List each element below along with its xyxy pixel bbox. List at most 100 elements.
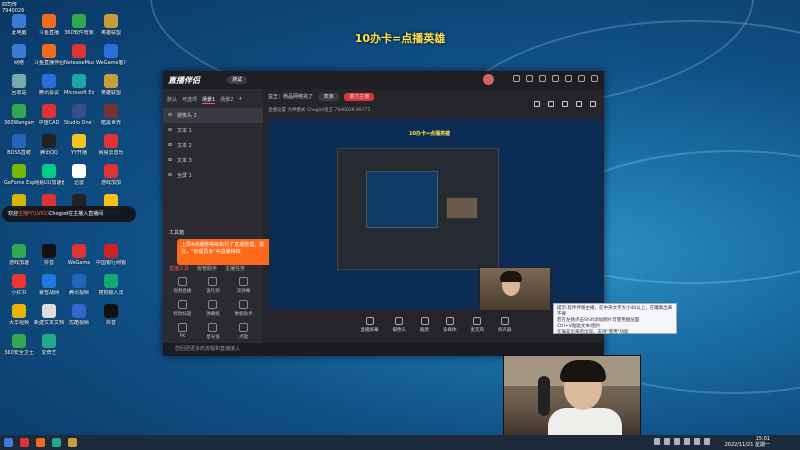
desktop-icon[interactable]: 腾讯会议 xyxy=(34,74,64,96)
desktop-icon[interactable]: GeForce Experience xyxy=(4,164,34,186)
func-pk[interactable]: PK xyxy=(167,323,198,340)
user-avatar[interactable] xyxy=(483,74,494,85)
perform-button[interactable]: 表演 xyxy=(318,93,339,101)
source-item[interactable]: 文本 3 xyxy=(163,153,263,168)
tray-icon[interactable] xyxy=(704,438,710,445)
eye-icon[interactable] xyxy=(168,173,172,176)
menu-icon[interactable] xyxy=(552,75,559,82)
desktop-icon[interactable]: 英雄联盟 xyxy=(96,14,126,36)
desktop-icon[interactable]: 网易UU加速器 xyxy=(34,164,64,186)
close-icon[interactable] xyxy=(591,75,598,82)
desktop-icon[interactable]: 斗鱼直播伴侣 xyxy=(34,44,64,66)
func-edit-title[interactable]: 修改标题 xyxy=(167,300,198,317)
taskbar-clock[interactable]: 15:01 2022/11/21 星期一 xyxy=(725,436,770,448)
desktop-icon[interactable]: 360安全卫士 xyxy=(4,334,34,356)
desktop-icon[interactable]: 回收站 xyxy=(4,74,34,96)
tab-scene-1[interactable]: 场景1 xyxy=(202,96,216,104)
source-item[interactable]: 全屏 1 xyxy=(163,168,263,183)
desktop-icon[interactable]: WeGame客户端 xyxy=(96,44,126,66)
func-video-live[interactable]: 视频直播 xyxy=(167,277,198,294)
desktop-icon[interactable]: NeteaseMusic xyxy=(64,44,94,66)
desktop-icon[interactable]: Studio One 5 xyxy=(64,104,94,126)
desktop-icon[interactable]: 中望CAD xyxy=(34,104,64,126)
desktop-icon[interactable]: 360软件管家 xyxy=(64,14,94,36)
desktop-icon[interactable]: 大华视频 xyxy=(4,304,34,326)
tray-icon[interactable] xyxy=(664,438,670,445)
maximize-icon[interactable] xyxy=(578,75,585,82)
tab-default[interactable]: 默认 xyxy=(167,96,177,104)
desktop-icon[interactable]: 斗鱼直播 xyxy=(34,14,64,36)
eye-icon[interactable] xyxy=(168,143,172,146)
message-icon[interactable] xyxy=(526,75,533,82)
source-item[interactable]: 摄像头 2 xyxy=(163,108,263,123)
func-data[interactable]: 数据助手 xyxy=(228,300,259,317)
desktop-icon[interactable]: BOSS直聘 xyxy=(4,134,34,156)
taskbar-app-icon[interactable] xyxy=(20,438,29,447)
func-gift[interactable]: 送礼物 xyxy=(198,277,229,294)
app-icon xyxy=(12,134,26,148)
eye-icon[interactable] xyxy=(168,158,172,161)
stream-preview[interactable]: 10办卡=点播英雄 xyxy=(269,119,603,309)
desktop-icon[interactable]: 爱奇艺 xyxy=(34,334,64,356)
desktop-icon[interactable]: Microsoft Edge xyxy=(64,74,94,96)
eye-icon[interactable] xyxy=(168,128,172,131)
tray-icon[interactable] xyxy=(674,438,680,445)
desktop-icon[interactable]: 小红书 xyxy=(4,274,34,296)
func-star[interactable]: 星光值 xyxy=(198,323,229,340)
func-danmaku[interactable]: 弹幕姬 xyxy=(198,300,229,317)
func-read-danmaku[interactable]: 读弹幕 xyxy=(228,277,259,294)
minimize-icon[interactable] xyxy=(565,75,572,82)
tray-icon[interactable] xyxy=(654,438,660,445)
microphone-button[interactable]: 麦克风 xyxy=(471,311,484,341)
desktop-icon[interactable]: YY开播 xyxy=(64,134,94,156)
desktop-icon[interactable]: 优酷视频 xyxy=(64,304,94,326)
tab-room-assistant[interactable]: 房管助手 xyxy=(197,265,217,272)
taskbar-app-icon[interactable] xyxy=(36,438,45,447)
screen-capture-button[interactable]: 直播屏幕 xyxy=(361,311,379,341)
eye-icon[interactable] xyxy=(168,113,172,116)
screenshot-button[interactable]: 截图 xyxy=(420,311,429,341)
desktop-icon[interactable]: 暴雪战网 xyxy=(34,274,64,296)
desktop-icon[interactable]: 游戏加加 xyxy=(96,164,126,186)
body-shape xyxy=(548,408,622,436)
desktop-icon[interactable]: 此电脑 xyxy=(4,14,34,36)
source-item[interactable]: 文本 2 xyxy=(163,138,263,153)
skin-icon[interactable] xyxy=(513,75,520,82)
tab-options[interactable]: 可选项 xyxy=(182,96,197,104)
taskbar-app-icon[interactable] xyxy=(68,438,77,447)
start-icon[interactable] xyxy=(4,438,13,447)
func-song[interactable]: 点歌 xyxy=(228,323,259,340)
tab-scene-2[interactable]: 场景2 xyxy=(220,96,233,104)
desktop-icon[interactable]: 360WangameTools xyxy=(4,104,34,126)
tab-anchor-tasks[interactable]: 主播任务 xyxy=(225,265,245,272)
settings-icon[interactable] xyxy=(539,75,546,82)
live-settings[interactable]: 直播设置 xyxy=(268,108,286,113)
source-item[interactable]: 文本 1 xyxy=(163,123,263,138)
desktop-icon[interactable]: 新建文本文档 xyxy=(34,304,64,326)
desktop-icon[interactable]: 腾讯QQ xyxy=(34,134,64,156)
desktop-icon[interactable]: 游戏加速 xyxy=(4,244,34,266)
desktop-icon[interactable]: 抖音 xyxy=(34,244,64,266)
desktop-icon[interactable]: 暗黑世界 xyxy=(96,104,126,126)
desktop-icon[interactable]: 抖音 xyxy=(96,304,126,326)
desktop-icon[interactable]: WeGame xyxy=(64,244,94,266)
speaker-button[interactable]: 扬声器 xyxy=(498,311,512,341)
desktop-icon[interactable]: 网络 xyxy=(4,44,34,66)
taskbar-app-icon[interactable] xyxy=(52,438,61,447)
anchor-type-button[interactable]: 暴力主播 xyxy=(344,93,375,101)
desktop-icon[interactable]: 搜狗输入法 xyxy=(96,274,126,296)
add-scene-icon[interactable]: + xyxy=(238,96,242,104)
camera-button[interactable]: 摄像头 xyxy=(393,311,406,341)
desktop-icon[interactable]: 英雄联盟 xyxy=(96,74,126,96)
multimedia-button[interactable]: 多媒体 xyxy=(443,311,457,341)
tray-icon[interactable] xyxy=(684,438,690,445)
desktop-icon[interactable]: 中国银行网银助手 xyxy=(96,244,126,266)
version-badge[interactable]: 测试 xyxy=(227,76,247,84)
desktop-icon[interactable]: 迅雷 xyxy=(64,164,94,186)
tab-live-tools[interactable]: 直播工具 xyxy=(169,265,189,272)
desktop-icon[interactable]: 腾讯视频 xyxy=(64,274,94,296)
upgrade-tip[interactable]: 上周4点播管等级执行了直播管理，现在，"管理员多"中直播特权 xyxy=(177,239,281,265)
desktop-icon[interactable]: 网易云音乐 xyxy=(96,134,126,156)
god-mode[interactable]: 大神模式 xyxy=(287,108,305,113)
tray-icon[interactable] xyxy=(694,438,700,445)
